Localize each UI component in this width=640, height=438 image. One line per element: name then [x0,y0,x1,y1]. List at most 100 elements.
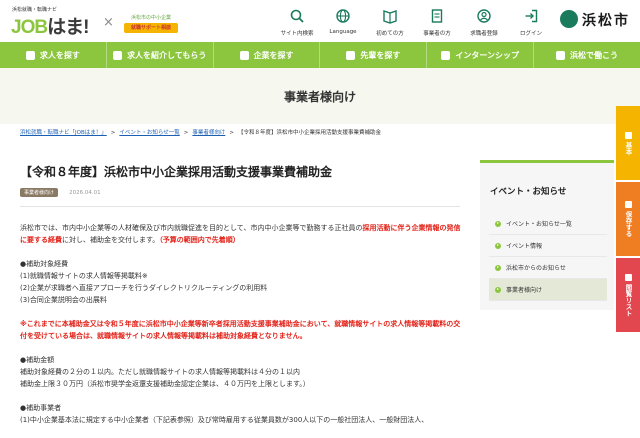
article-meta: 事業者様向け 2026.04.01 [20,182,101,197]
site-header: 浜松就職・転職ナビ JOBはま! × 浜松市の中小企業 就職サポート相談 サイト… [0,0,640,42]
category-badge: 事業者様向け [20,188,59,197]
breadcrumb-separator: > [110,130,116,136]
gnav-label: 企業を探す [253,50,294,60]
user-icon [477,9,491,23]
person-icon [346,50,356,60]
target-section: ●補助対象経費 (1)就職情報サイトの求人情報等掲載料※ (2)企業が求職者へ直… [20,258,462,306]
header-nav-label: サイト内検索 [280,31,314,37]
header-nav-business[interactable]: 事業者の方 [415,8,459,38]
header-nav-beginners[interactable]: 初めての方 [368,8,412,38]
shield-icon [556,50,566,60]
target-line: (3)合同企業説明会の出展料 [20,296,107,304]
sidebar-item-label: 事業者様向け [506,287,543,294]
header-nav-login[interactable]: ログイン [509,8,553,38]
header-nav-label: Language [329,29,357,35]
business-section: ●補助事業者 (1)中小企業基本法に規定する中小企業者（下記表参照）及び常時雇用… [20,402,462,426]
sidebar-item-business[interactable]: 事業者様向け [489,279,607,301]
header-nav-label: 求職者登録 [470,31,498,37]
target-heading: ●補助対象経費 [20,260,69,268]
target-line: (2)企業が求職者へ直接アプローチを行うダイレクトリクルーティングの利用料 [20,284,268,292]
amount-line: 補助対象経費の２分の１以内。ただし就職情報サイトの求人情報等掲載料は４分の１以内 [20,368,300,376]
header-nav-language[interactable]: Language [321,8,365,38]
gnav-find-seniors[interactable]: 先輩を探す [320,42,428,68]
city-logo[interactable]: 浜松市 [560,9,632,31]
gnav-job-referral[interactable]: 求人を紹介してもらう [107,42,214,68]
sidebar-events: イベント・お知らせ イベント・お知らせ一覧 イベント情報 浜松市からのお知らせ … [480,160,614,310]
search-icon [290,9,304,23]
sidebar-item-all-events[interactable]: イベント・お知らせ一覧 [489,213,607,235]
article-title: 【令和８年度】浜松市中小企業採用活動支援事業費補助金 [20,165,333,179]
sidebar-title: イベント・お知らせ [490,187,567,197]
intro-text: 浜松市では、市内中小企業等の人材確保及び市内就職促進を目的として、市内中小企業等… [20,224,363,232]
document-icon [431,9,443,23]
page-title: 事業者様向け [283,90,356,104]
list-icon [624,273,632,281]
logo-separator: × [103,15,114,30]
sidebar-item-event-info[interactable]: イベント情報 [489,235,607,257]
arrow-bullet-icon [495,220,501,227]
amount-section: ●補助金額 補助対象経費の２分の１以内。ただし就職情報サイトの求人情報等掲載料は… [20,354,462,390]
gnav-find-companies[interactable]: 企業を探す [214,42,321,68]
bookmark-icon [624,201,632,208]
gnav-label: 求人を探す [39,50,80,60]
intro-text-2: に対し、補助金を交付します。 [62,236,160,244]
breadcrumb-link-business[interactable]: 事業者様向け [192,130,225,136]
sidebar-item-label: 浜松市からのお知らせ [506,265,566,272]
sidebar-item-label: イベント情報 [506,243,543,250]
notice-paragraph: ※これまでに本補助金又は令和５年度に浜松市中小企業等新卒者採用活動支援事業補助金… [20,320,461,340]
side-tab-save[interactable]: 保存する [616,182,640,256]
article-body: 浜松市では、市内中小企業等の人材確保及び市内就職促進を目的として、市内中小企業等… [20,222,462,438]
login-icon [525,9,538,23]
breadcrumb-link-home[interactable]: 浜松就職・転職ナビ「JOBはま！」 [20,130,107,136]
business-heading: ●補助事業者 [20,404,62,412]
search-jobs-icon [25,50,35,60]
gnav-label: 浜松で働こう [570,50,619,60]
logo-text-exclaim: ! [83,17,89,38]
intro-paragraph: 浜松市では、市内中小企業等の人材確保及び市内就職促進を目的として、市内中小企業等… [20,222,462,246]
breadcrumb-link-events[interactable]: イベント・お知らせ一覧 [119,130,179,136]
briefcase-icon [441,50,451,60]
gnav-label: 求人を紹介してもらう [127,50,207,60]
side-tab-label: 基本 [624,141,632,155]
breadcrumb: 浜松就職・転職ナビ「JOBはま！」 > イベント・お知らせ一覧 > 事業者様向け > 【令和… [20,128,381,136]
city-emblem-icon [560,10,578,28]
header-nav-search[interactable]: サイト内検索 [275,8,319,38]
referral-icon [113,50,123,60]
publish-date: 2026.04.01 [69,189,101,196]
site-logo[interactable]: JOBはま! [11,12,89,39]
header-nav-label: 初めての方 [376,31,404,37]
intro-highlight-2: （予算の範囲内で先着順） [159,236,240,244]
gnav-label: インターンシップ [455,50,520,60]
sidebar-item-city-news[interactable]: 浜松市からのお知らせ [489,257,607,279]
header-nav-register[interactable]: 求職者登録 [462,8,506,38]
side-tab-history[interactable]: 閲覧リスト [616,258,640,332]
partner-logo[interactable]: 浜松市の中小企業 就職サポート相談 [124,14,178,36]
breadcrumb-separator: > [183,130,189,136]
partner-logo-bottom: 就職サポート相談 [124,23,178,33]
city-name: 浜松市 [582,13,630,29]
target-line: (1)就職情報サイトの求人情報等掲載料※ [20,272,148,280]
sidebar-list: イベント・お知らせ一覧 イベント情報 浜松市からのお知らせ 事業者様向け [489,213,607,301]
arrow-bullet-icon [495,242,501,249]
gnav-internship[interactable]: インターンシップ [427,42,535,68]
gnav-label: 先輩を探す [360,50,401,60]
side-tab-basic[interactable]: 基本 [616,106,640,180]
title-divider [20,206,460,207]
side-tab-label: 閲覧リスト [624,283,632,317]
breadcrumb-separator: > [229,130,234,136]
amount-line: 補助金上限３０万円（浜松市奨学金返還支援補助金認定企業は、４０万円を上限とします… [20,380,310,388]
sidebar-item-label: イベント・お知らせ一覧 [506,221,572,228]
logo-text-hama: はま [47,17,84,38]
header-nav-label: ログイン [519,31,542,37]
arrow-bullet-icon [495,264,501,271]
logo-text-job: JOB [11,17,48,38]
globe-icon [336,9,350,23]
partner-logo-top: 浜松市の中小企業 [130,15,171,21]
side-tab-label: 保存する [624,211,632,237]
book-icon [383,10,397,24]
home-icon [624,131,632,139]
gnav-work-in-hamamatsu[interactable]: 浜松で働こう [534,42,640,68]
arrow-bullet-icon [495,286,501,293]
global-nav: 求人を探す 求人を紹介してもらう 企業を探す 先輩を探す インターンシップ 浜松… [0,42,640,68]
gnav-find-jobs[interactable]: 求人を探す [0,42,107,68]
